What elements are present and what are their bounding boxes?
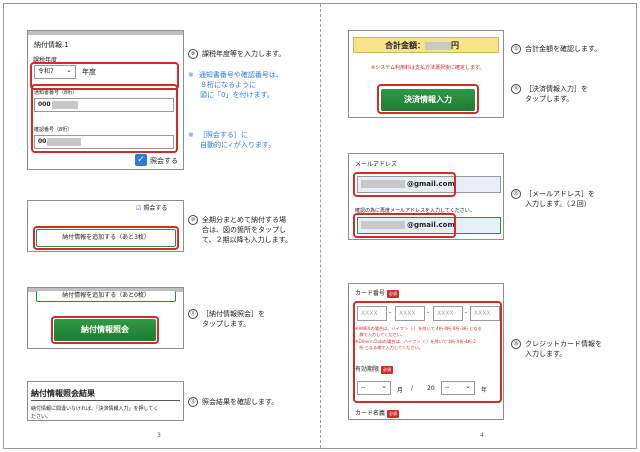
screenshot-total: 合計金額：円 ※システム利用料は支払方法選択後に確定します。 決済情報入力 — [348, 30, 504, 118]
step-11: ⑪ ［納付情報照会］を タップします。 — [188, 309, 265, 329]
step-10: ⑩ 全期分まとめて納付する場 合は、図の箇所をタップし て、２期以降も入力します。 — [188, 215, 292, 245]
form-title: 納付情報.1 — [34, 41, 69, 49]
highlight-card-form — [353, 301, 502, 403]
screenshot-inquiry-result: 納付情報照会結果 納付情報に間違いなければ、「決済情報入力」を押してく ださい。 — [27, 381, 184, 421]
checked-inquiry-partial: ☑ 照会する — [136, 205, 168, 212]
step-13: ⑬ 合計金額を確認します。 — [511, 44, 601, 54]
note-zero-padding: ※ 通知書番号や確認番号は、 ８桁になるように 頭に「0」を付けます。 — [188, 71, 283, 99]
step-16: ⑯ クレジットカード情報を 入力します。 — [511, 339, 602, 359]
card-number-label: カード番号 必須 — [355, 289, 400, 298]
screenshot-email: メールアドレス @gmail.com 確認の為に再度メールアドレスを入力してくだ… — [348, 153, 504, 240]
screenshot-payment-info-form: 納付情報.1 課税年度 令和7 年度 通知書番号（8桁） 000 確認番号（8桁… — [27, 30, 184, 170]
highlight-email-1 — [353, 172, 456, 197]
page-number-right: 4 — [480, 432, 484, 439]
highlight-inputs — [31, 84, 178, 153]
highlight-year — [30, 62, 179, 90]
result-text-line-2: ださい。 — [31, 414, 52, 420]
card-name-label: カード名義 必須 — [355, 409, 400, 418]
screenshot-inquiry: 納付情報を追加する（あと0枚） 納付情報照会 — [27, 287, 184, 349]
result-text-line-1: 納付情報に間違いなければ、「決済情報入力」を押してく — [31, 406, 159, 412]
email-label: メールアドレス — [355, 161, 398, 168]
inquiry-checkbox[interactable]: ✓ — [135, 154, 147, 166]
screenshot-add-payment: ☑ 照会する 納付情報を追加する（あと3枚） — [27, 200, 184, 252]
step-12: ⑫ 照会結果を確認します。 — [188, 397, 278, 407]
page-number-left: 3 — [157, 432, 161, 439]
screenshot-credit-card: カード番号 必須 XXXX - XXXX - XXXX - XXXX ※AMEXの… — [348, 283, 504, 420]
highlight-email-2 — [353, 213, 456, 238]
step-15: ⑮ ［メールアドレス］を 入力します。（２回） — [511, 189, 595, 209]
step-14: ⑭ ［決済情報入力］を タップします。 — [511, 84, 588, 104]
highlight-inquiry-button — [51, 316, 159, 344]
system-fee-note: ※システム利用料は支払方法選択後に確定します。 — [371, 65, 485, 71]
page-divider — [320, 4, 321, 448]
note-auto-check: ※ ［照会する］に 自動的に✓が入ります。 — [188, 131, 276, 149]
step-9: ⑨ 課税年度等を入力します。 — [188, 49, 285, 59]
highlight-payment-button — [377, 84, 479, 114]
highlight-add-button — [33, 226, 179, 250]
add-payment-info-button-0[interactable]: 納付情報を追加する（あと0枚） — [36, 291, 176, 302]
result-title: 納付情報照会結果 — [31, 389, 95, 398]
inquiry-checkbox-label: 照会する — [150, 157, 178, 165]
total-amount: 合計金額：円 — [385, 41, 459, 50]
